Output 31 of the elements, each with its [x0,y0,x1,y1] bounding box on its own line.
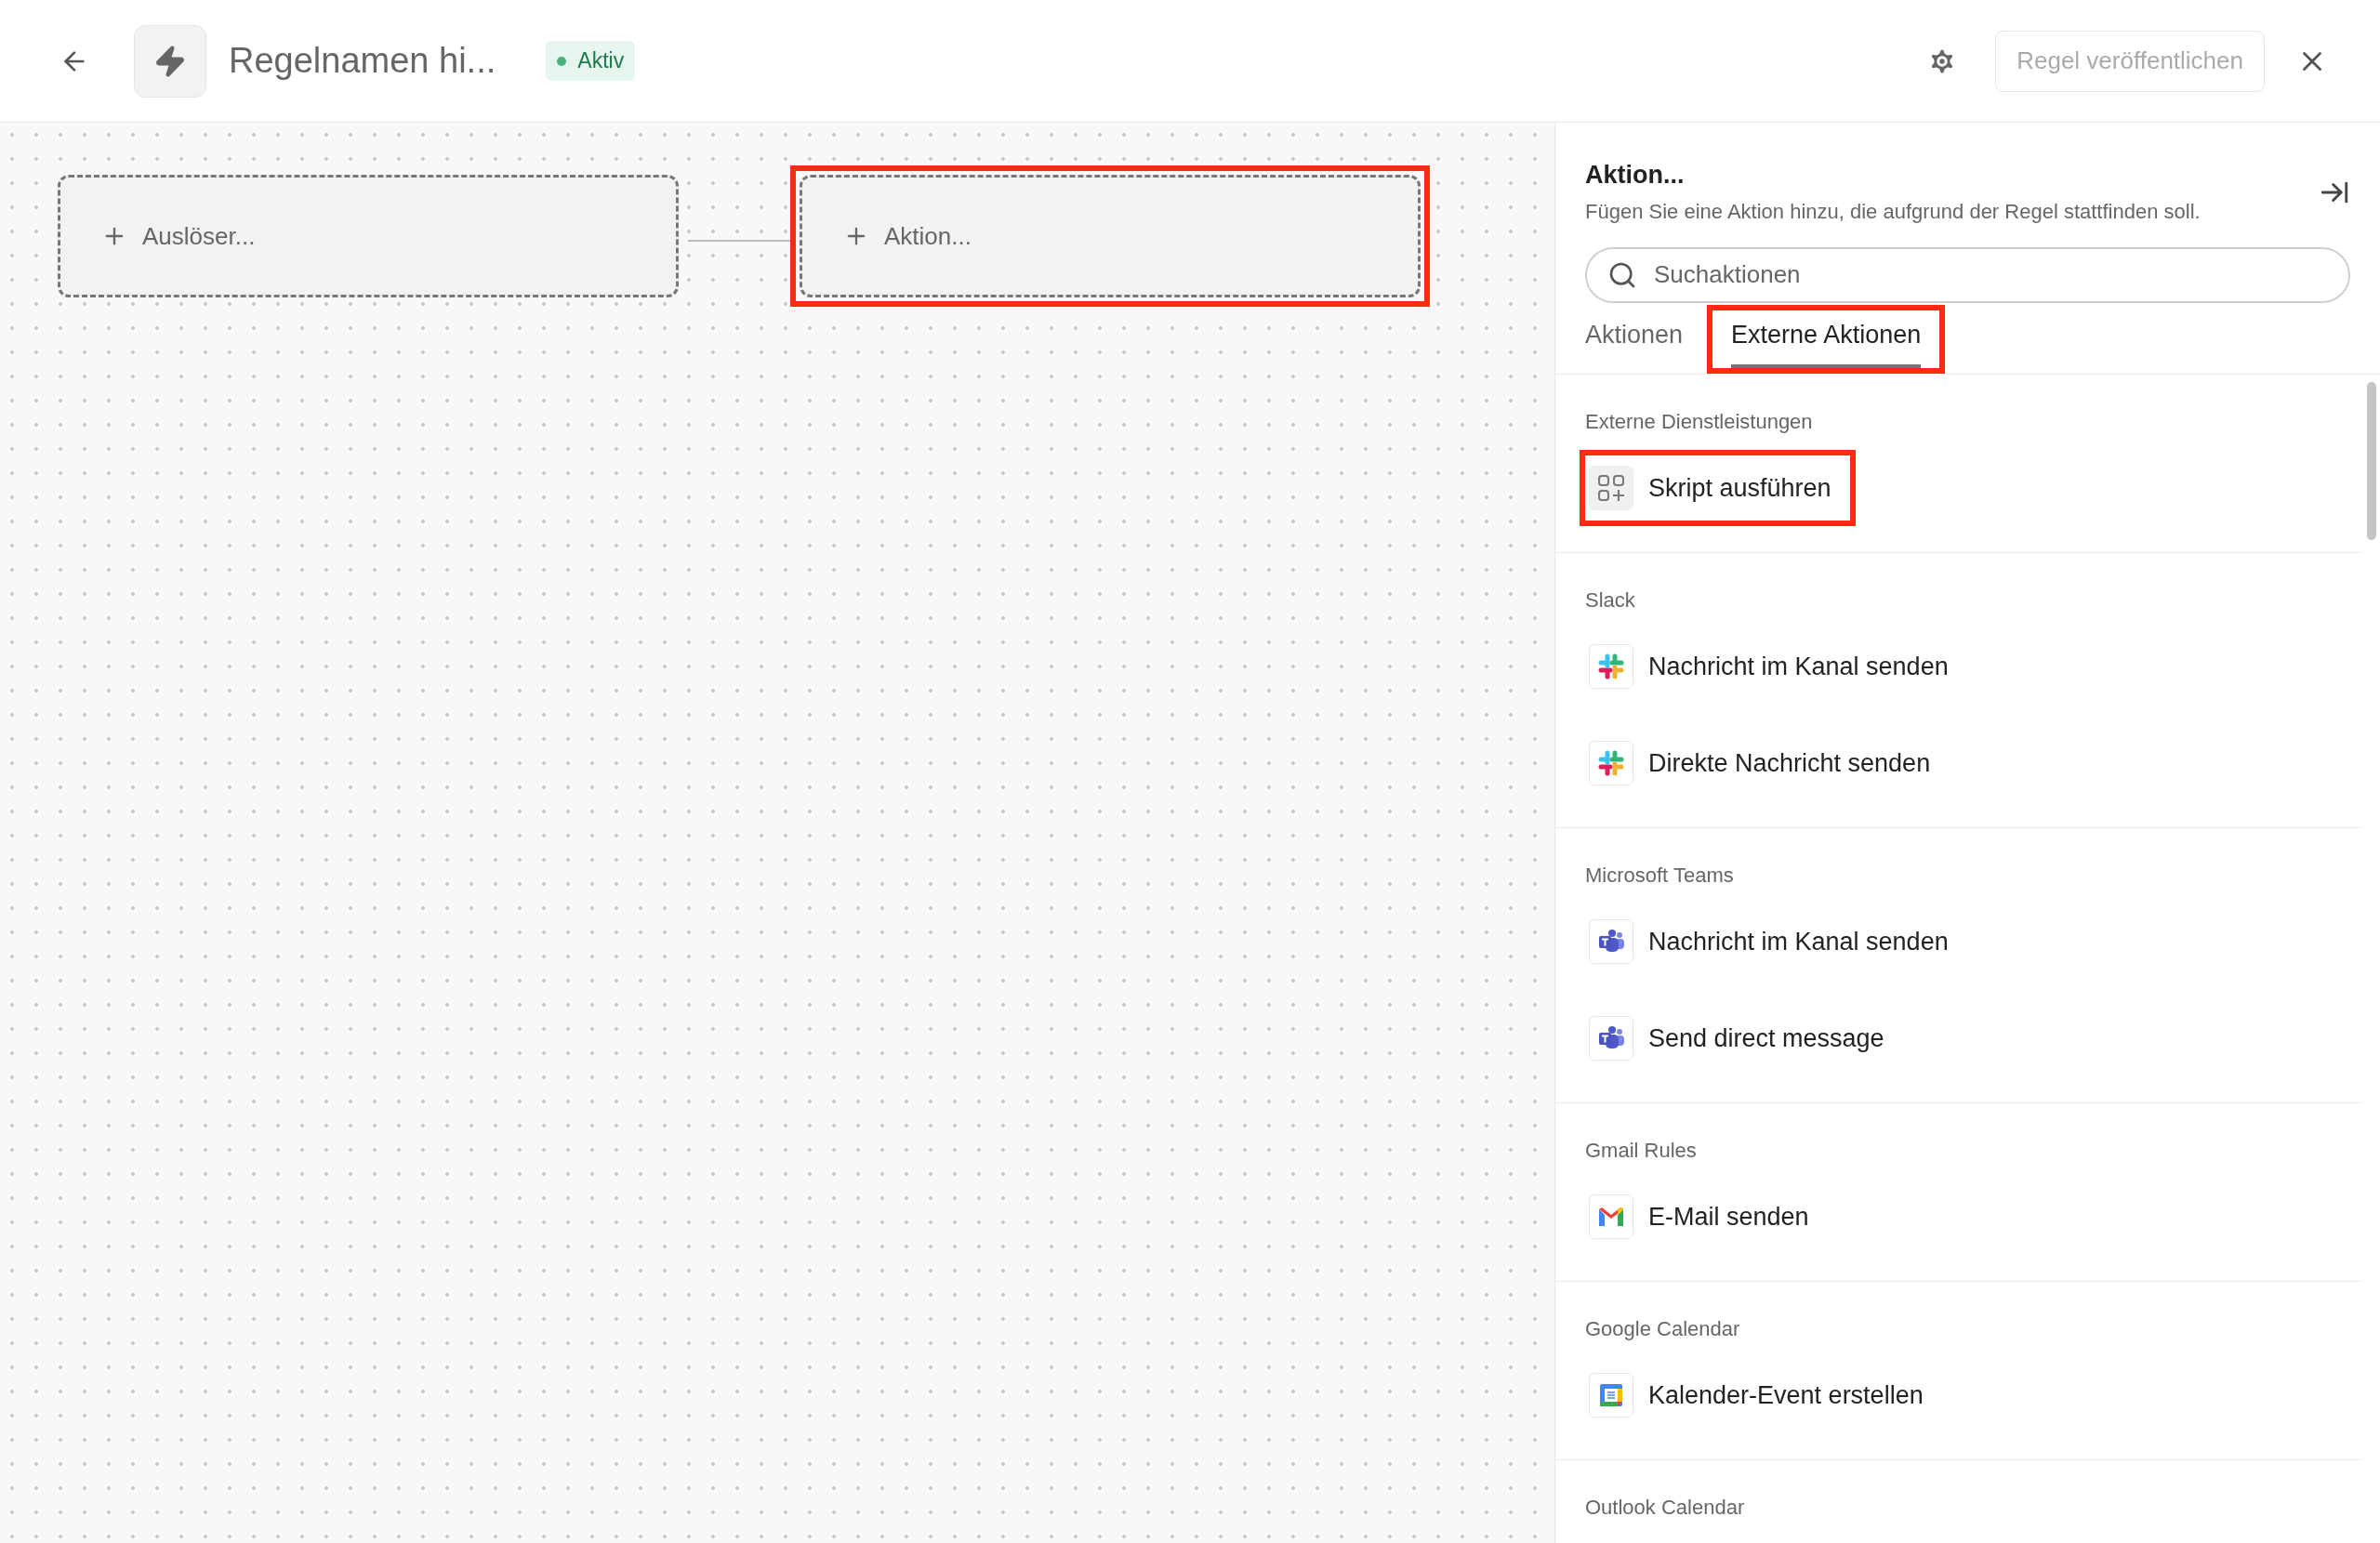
section-heading: Outlook Calendar [1584,1495,1746,1521]
tab[interactable]: Aktionen [1585,310,1684,368]
action-item[interactable]: Send direct message [1585,1006,1888,1071]
envelope-logo-icon [1589,1194,1633,1239]
action-item[interactable]: Nachricht im Kanal senden [1585,634,1952,699]
tab[interactable]: Externe Aktionen [1731,310,1922,368]
node-placeholder[interactable]: Aktion... [800,175,1421,297]
calendar-icon [1589,1373,1633,1418]
grid-plus-icon [1589,466,1633,510]
search-field[interactable]: Suchaktionen [1585,246,2350,303]
node-placeholder[interactable]: Auslöser... [58,175,679,297]
hash-logo-icon [1589,644,1633,689]
people-logo-icon [1589,1016,1633,1061]
panel-title: Aktion... [1585,160,1686,191]
lightning-icon [134,24,206,98]
action-item[interactable]: Nachricht im Kanal senden [1585,909,1952,974]
section-heading: Externe Dienstleistungen [1584,409,1814,435]
section-heading: Google Calendar [1584,1316,1741,1342]
hash-logo-icon [1589,741,1633,785]
action-item[interactable]: E-Mail senden [1585,1184,1813,1249]
scrollbar-thumb[interactable] [2367,382,2376,540]
action-item[interactable]: Kalender-Event erstellen [1585,1363,1927,1428]
section-heading: Gmail Rules [1584,1138,1698,1164]
rule-name: Regelnamen hi... [229,40,496,82]
section-heading: Slack [1584,587,1636,613]
panel-subtitle: Fügen Sie eine Aktion hinzu, die aufgrund der Regel stattfinden soll. [1585,198,2202,225]
status-badge: Aktiv [546,41,636,81]
action-item[interactable]: Skript ausführen [1585,455,1835,521]
people-logo-icon [1589,919,1633,964]
action-item[interactable]: Direkte Nachricht senden [1585,731,1935,796]
section-heading: Microsoft Teams [1584,863,1735,889]
